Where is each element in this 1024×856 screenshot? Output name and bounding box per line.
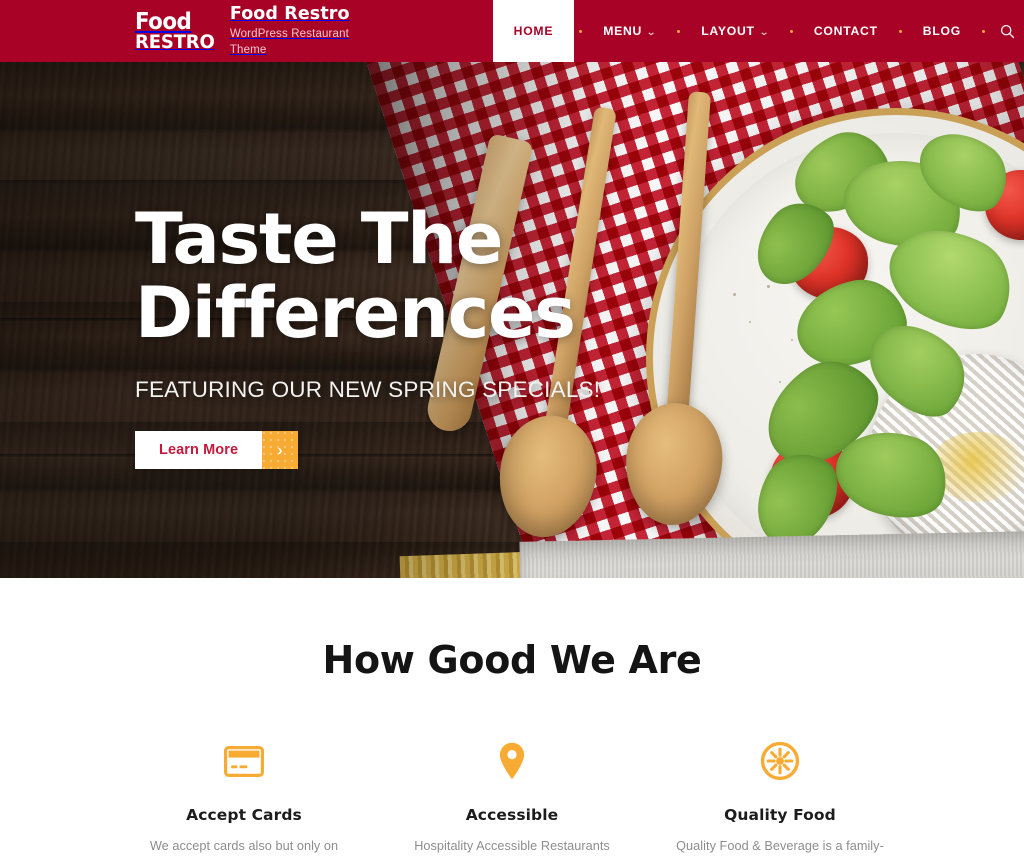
feature-description: Hospitality Accessible Restaurants Cafes	[414, 839, 610, 853]
feature-icon-wrapper	[392, 739, 632, 783]
logo-mark: Food RESTRO	[135, 8, 219, 53]
nav-label-layout: LAYOUT	[701, 24, 755, 38]
feature-title: Quality Food	[724, 806, 836, 824]
learn-more-label: Learn More	[135, 431, 263, 469]
nav-separator-dot	[672, 0, 685, 62]
feature-title: Accept Cards	[186, 806, 302, 824]
feature-description: Quality Food & Beverage is a family-owne…	[676, 839, 884, 853]
credit-card-icon	[224, 745, 264, 777]
chevron-down-icon: ⌄	[758, 26, 771, 38]
nav-separator-dot	[977, 0, 990, 62]
nav-label-menu: MENU	[603, 24, 643, 38]
nav-separator-dot	[894, 0, 907, 62]
site-title: Food Restro	[229, 4, 350, 24]
logo-line-one: Food	[135, 8, 192, 35]
nav-item-contact[interactable]: CONTACT	[798, 0, 894, 62]
nav-item-blog[interactable]: BLOG	[907, 0, 977, 62]
section-title: How Good We Are	[322, 638, 702, 682]
brand-text: Food Restro WordPress Restaurant Theme	[230, 4, 352, 58]
search-toggle-button[interactable]	[990, 0, 1024, 62]
nav-label-blog: BLOG	[922, 24, 961, 38]
hero-banner: Taste The Differences FEATURING OUR NEW …	[0, 62, 1024, 578]
chevron-right-icon: ›	[262, 431, 299, 469]
quality-badge-icon	[760, 741, 800, 781]
feature-row: Accept Cards We accept cards also but on…	[0, 739, 1024, 856]
feature-icon-wrapper	[124, 739, 364, 783]
nav-separator-dot	[574, 0, 587, 62]
nav-item-menu[interactable]: MENU ⌄	[587, 0, 672, 62]
search-icon	[1000, 24, 1014, 38]
nav-separator-dot	[785, 0, 798, 62]
site-tagline: WordPress Restaurant Theme	[229, 28, 349, 56]
nav-item-home[interactable]: HOME	[492, 0, 575, 62]
feature-description: We accept cards also but only on deliver…	[149, 839, 339, 853]
feature-card-accept-cards: Accept Cards We accept cards also but on…	[110, 739, 378, 856]
learn-more-button[interactable]: Learn More ›	[135, 431, 299, 469]
hero-heading: Taste The Differences	[135, 198, 576, 354]
hero-content: Taste The Differences FEATURING OUR NEW …	[135, 202, 655, 469]
feature-card-quality-food: Quality Food Quality Food & Beverage is …	[646, 739, 914, 856]
nav-label-home: HOME	[513, 24, 554, 38]
site-header: Food RESTRO Food Restro WordPress Restau…	[0, 0, 1024, 62]
feature-icon-wrapper	[660, 739, 900, 783]
chevron-down-icon: ⌄	[645, 26, 658, 38]
hero-subheading: FEATURING OUR NEW SPRING SPECIALS!	[135, 377, 601, 402]
nav-item-layout[interactable]: LAYOUT ⌄	[685, 0, 785, 62]
primary-navigation: HOME MENU ⌄ LAYOUT ⌄ CONTACT BLOG	[492, 0, 1024, 62]
nav-label-contact: CONTACT	[813, 24, 878, 38]
feature-title: Accessible	[465, 806, 559, 824]
features-section: How Good We Are Accept Cards We accept c…	[0, 578, 1024, 856]
logo-line-two: RESTRO	[135, 30, 215, 53]
brand-logo-link[interactable]: Food RESTRO Food Restro WordPress Restau…	[0, 0, 352, 62]
map-pin-icon	[499, 742, 525, 780]
feature-card-accessible: Accessible Hospitality Accessible Restau…	[378, 739, 646, 856]
